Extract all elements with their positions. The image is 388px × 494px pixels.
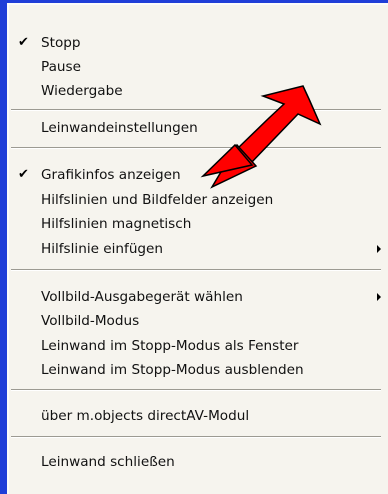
menu-item-wiedergabe[interactable]: Wiedergabe <box>9 79 381 103</box>
menu-separator <box>11 147 381 149</box>
menu-item-hilfslinie-einfuegen[interactable]: Hilfslinie einfügen <box>9 237 381 261</box>
menu-separator <box>11 389 381 391</box>
menu-item-label: Hilfslinien magnetisch <box>41 216 192 232</box>
menu-item-pause[interactable]: Pause <box>9 55 381 79</box>
menu-item-label: Vollbild-Ausgabegerät wählen <box>41 289 243 305</box>
menu-separator <box>11 269 381 271</box>
menu-separator <box>11 436 381 438</box>
checkmark-icon: ✔ <box>18 35 29 50</box>
menu-item-label: über m.objects directAV-Modul <box>41 408 250 424</box>
menu-item-ueber-directav[interactable]: über m.objects directAV-Modul <box>9 404 381 428</box>
menu-item-leinwandeinstellungen[interactable]: Leinwandeinstellungen <box>9 116 381 140</box>
menu-item-label: Leinwand schließen <box>41 454 175 470</box>
menu-item-grafikinfos-anzeigen[interactable]: ✔ Grafikinfos anzeigen <box>9 163 381 187</box>
menu-item-leinwand-schliessen[interactable]: Leinwand schließen <box>9 450 381 474</box>
menu-item-label: Leinwand im Stopp-Modus ausblenden <box>41 362 304 378</box>
menu-item-label: Grafikinfos anzeigen <box>41 167 181 183</box>
menu-item-label: Hilfslinien und Bildfelder anzeigen <box>41 192 274 208</box>
menu-item-label: Leinwand im Stopp-Modus als Fenster <box>41 338 299 354</box>
menu-item-stopp[interactable]: ✔ Stopp <box>9 31 381 55</box>
menu-item-vollbild-modus[interactable]: Vollbild-Modus <box>9 309 381 333</box>
menu-item-label: Hilfslinie einfügen <box>41 241 164 257</box>
menu-item-hilfslinien-bildfelder-anzeigen[interactable]: Hilfslinien und Bildfelder anzeigen <box>9 188 381 212</box>
submenu-arrow-icon <box>377 293 381 301</box>
menu-item-stopp-modus-fenster[interactable]: Leinwand im Stopp-Modus als Fenster <box>9 334 381 358</box>
menu-separator <box>11 109 381 111</box>
submenu-arrow-icon <box>377 245 381 253</box>
menu-item-label: Vollbild-Modus <box>41 313 140 329</box>
menu-item-label: Pause <box>41 59 81 75</box>
checkmark-icon: ✔ <box>18 167 29 182</box>
menu-item-hilfslinien-magnetisch[interactable]: Hilfslinien magnetisch <box>9 212 381 236</box>
menu-item-label: Stopp <box>41 35 81 51</box>
screenshot-frame: ✔ Stopp Pause Wiedergabe Leinwandeinstel… <box>0 0 388 494</box>
menu-item-vollbild-ausgabegeraet[interactable]: Vollbild-Ausgabegerät wählen <box>9 285 381 309</box>
menu-item-label: Wiedergabe <box>41 83 123 99</box>
context-menu: ✔ Stopp Pause Wiedergabe Leinwandeinstel… <box>7 3 388 494</box>
menu-item-stopp-modus-ausblenden[interactable]: Leinwand im Stopp-Modus ausblenden <box>9 358 381 382</box>
menu-item-label: Leinwandeinstellungen <box>41 120 198 136</box>
